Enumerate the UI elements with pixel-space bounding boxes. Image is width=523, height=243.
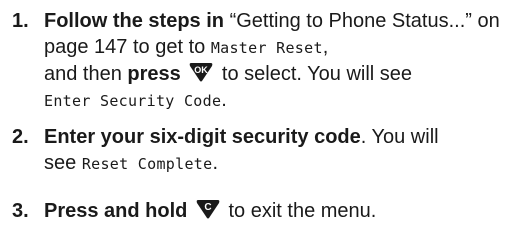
step-text-fragment: . You will bbox=[360, 126, 439, 148]
step-instruction: Press and hold bbox=[44, 200, 188, 222]
lcd-text: Master Reset bbox=[210, 39, 323, 57]
step-text-fragment: . bbox=[212, 152, 219, 174]
step-line: Follow the steps in “Getting to Phone St… bbox=[44, 8, 514, 61]
step-line: Enter your six-digit security code. You … bbox=[44, 124, 514, 150]
step-line: see Reset Complete. bbox=[44, 150, 514, 177]
step-instruction: Follow the steps in bbox=[44, 10, 225, 32]
step-text-fragment: to select. You will see bbox=[216, 63, 413, 85]
c-key-icon: C bbox=[195, 198, 221, 220]
step-line: Press and hold C to exit the menu. bbox=[44, 198, 514, 224]
step-text-fragment: . bbox=[221, 89, 227, 111]
step-number: 3. bbox=[12, 200, 29, 222]
step-text-fragment: see bbox=[44, 152, 82, 174]
c-key-label: C bbox=[204, 202, 211, 213]
step-text-fragment: to exit the menu. bbox=[222, 200, 377, 222]
step-text-fragment: and then bbox=[44, 63, 128, 85]
step-line: Enter Security Code. bbox=[44, 87, 514, 114]
ok-key-icon: OK bbox=[188, 61, 214, 83]
step-instruction: Enter your six-digit security code bbox=[44, 126, 361, 148]
step-instruction: press bbox=[127, 63, 181, 85]
step-number: 1. bbox=[12, 10, 29, 32]
step-2: 2. Enter your six-digit security code. Y… bbox=[0, 124, 523, 178]
step-text: Follow the steps in “Getting to Phone St… bbox=[44, 8, 514, 114]
step-1: 1. Follow the steps in “Getting to Phone… bbox=[0, 8, 523, 111]
lcd-text: Enter Security Code bbox=[44, 92, 222, 110]
step-text: Enter your six-digit security code. You … bbox=[44, 124, 514, 177]
step-number: 2. bbox=[12, 126, 29, 148]
step-3: 3. Press and hold C to exit the menu. bbox=[0, 198, 523, 228]
step-text-fragment: , bbox=[322, 36, 329, 58]
step-text: Press and hold C to exit the menu. bbox=[44, 198, 514, 224]
ok-key-label: OK bbox=[195, 65, 209, 75]
step-line: and then press OK to select. You will se… bbox=[44, 61, 514, 87]
lcd-text: Reset Complete bbox=[81, 155, 213, 173]
